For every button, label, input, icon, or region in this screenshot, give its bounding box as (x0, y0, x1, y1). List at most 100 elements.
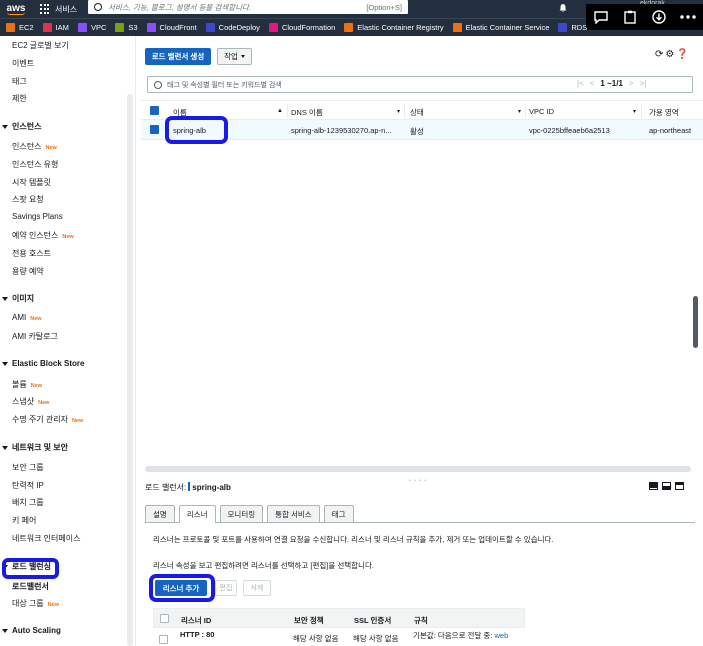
tab-integrated-services[interactable]: 통합 서비스 (267, 505, 320, 522)
sidebar-item[interactable]: 볼륨 New (12, 379, 42, 390)
column-availability-zone[interactable]: 가용 영역 (649, 107, 679, 118)
column-security-policy: 보안 정책 (294, 616, 324, 625)
sidebar-section-title: Auto Scaling (12, 626, 61, 635)
sidebar-item[interactable]: 스팟 요청 (12, 194, 44, 205)
sidebar-item[interactable]: 수명 주기 관리자 New (12, 414, 83, 425)
sidebar-item[interactable]: 시작 템플릿 (12, 177, 51, 188)
sidebar-item[interactable]: 용량 예약 (12, 266, 44, 277)
listener-row-checkbox[interactable] (159, 635, 168, 644)
filter-placeholder: 태그 및 속성별 필터 또는 키워드별 검색 (167, 81, 282, 89)
listener-id: HTTP : 80 (180, 630, 215, 639)
sidebar-item[interactable]: 예약 인스턴스 New (12, 230, 74, 241)
service-icon (6, 23, 15, 32)
sidebar-item[interactable]: 탄력적 IP (12, 480, 44, 491)
sidebar-item[interactable]: 배치 그룹 (12, 497, 44, 508)
sidebar-item[interactable]: 네트워크 인터페이스 (12, 533, 80, 544)
sort-icon[interactable]: ▾ (397, 108, 400, 115)
caret-down-icon (2, 124, 8, 129)
sort-icon[interactable]: ▾ (518, 108, 521, 115)
layout-bottom-icon[interactable] (662, 482, 671, 490)
target-group-link[interactable]: web (495, 631, 509, 640)
sort-asc-icon[interactable]: ▲ (277, 108, 283, 114)
sidebar-item[interactable]: 인스턴스 유형 (12, 159, 58, 170)
refresh-icon[interactable]: ⟳ (655, 49, 663, 60)
next-page-icon[interactable]: > (629, 79, 634, 88)
main-content: 로드 밸런서 생성 작업 ⟳ ⚙ ❓ 태그 및 속성별 필터 또는 키워드별 검… (137, 36, 703, 646)
first-page-icon[interactable]: |< (577, 79, 584, 88)
table-horizontal-scrollbar[interactable] (145, 466, 691, 472)
favorite-label: CodeDeploy (218, 23, 260, 32)
listener-row[interactable]: HTTP : 80 해당 사항 없음 해당 사항 없음 기본값: 다음으로 전달… (153, 628, 525, 646)
sidebar-item[interactable]: 전용 호스트 (12, 248, 51, 259)
sidebar-scrollbar[interactable] (127, 94, 133, 646)
sidebar-section-header[interactable]: 네트워크 및 보안 (2, 442, 68, 453)
panel-resize-handle[interactable]: • • • • (409, 478, 427, 484)
last-page-icon[interactable]: >| (640, 79, 647, 88)
sidebar-item[interactable]: 인스턴스 New (12, 141, 57, 152)
clipboard-icon[interactable] (622, 9, 638, 25)
column-dns[interactable]: DNS 이름 (291, 107, 323, 118)
sidebar-item[interactable]: 보안 그룹 (12, 462, 44, 473)
select-all-checkbox[interactable] (150, 106, 159, 115)
layout-top-icon[interactable] (649, 482, 658, 490)
sidebar-item[interactable]: EC2 글로벌 보기 (12, 40, 69, 51)
column-vpc-id[interactable]: VPC ID (529, 107, 554, 116)
tab-tags[interactable]: 태그 (323, 505, 354, 522)
row-checkbox[interactable] (150, 125, 159, 134)
bell-icon[interactable] (558, 3, 568, 13)
sidebar-item[interactable]: 태그 (12, 76, 27, 87)
actions-button[interactable]: 작업 (217, 48, 252, 65)
favorite-item[interactable]: EC2 (6, 23, 34, 32)
sort-icon[interactable]: ▾ (633, 108, 636, 115)
page-scrollbar-thumb[interactable] (693, 296, 698, 348)
tab-monitoring[interactable]: 모니터링 (219, 505, 264, 522)
download-icon[interactable] (651, 9, 667, 25)
delete-button[interactable]: 삭제 (243, 580, 271, 596)
page-range: 1 ~1/1 (600, 79, 623, 88)
favorite-item[interactable]: Elastic Container Service (452, 23, 549, 32)
more-options-icon[interactable] (680, 9, 697, 25)
sidebar-section-header[interactable]: Auto Scaling (2, 626, 61, 635)
service-icon (558, 23, 568, 32)
sidebar-section-header[interactable]: 인스턴스 (2, 121, 41, 132)
services-menu-button[interactable]: 서비스 (32, 0, 85, 18)
favorite-item[interactable]: CloudFront (146, 23, 197, 32)
sidebar-item[interactable]: 키 페어 (12, 515, 36, 526)
listener-select-all-checkbox[interactable] (160, 614, 169, 623)
favorite-item[interactable]: S3 (115, 23, 138, 32)
row-state: 활성 (410, 127, 424, 136)
layout-split-icon[interactable] (675, 482, 684, 490)
column-state[interactable]: 상태 (410, 107, 424, 118)
favorite-item[interactable]: RDS (558, 23, 587, 32)
sidebar-section-header[interactable]: Elastic Block Store (2, 359, 84, 368)
favorite-item[interactable]: CodeDeploy (205, 23, 260, 32)
sidebar-item[interactable]: 제한 (12, 93, 27, 104)
sidebar-item[interactable]: 이벤트 (12, 58, 34, 69)
create-load-balancer-button[interactable]: 로드 밸런서 생성 (145, 48, 211, 65)
prev-page-icon[interactable]: < (590, 79, 595, 88)
sidebar-item-label: 수명 주기 관리자 (12, 415, 68, 424)
sidebar-section-header[interactable]: 이미지 (2, 293, 34, 304)
sidebar-item[interactable]: AMI New (12, 313, 42, 322)
help-icon[interactable]: ❓ (676, 49, 688, 60)
favorite-item[interactable]: CloudFormation (268, 23, 335, 32)
sidebar-item[interactable]: AMI 카탈로그 (12, 331, 58, 342)
service-icon (146, 23, 156, 32)
sidebar-item[interactable]: 스냅샷 New (12, 396, 49, 407)
sidebar-item[interactable]: Savings Plans (12, 212, 63, 221)
listener-description: 리스너는 프로토콜 및 포트를 사용하여 연결 요청을 수신합니다. 리스너 및… (153, 535, 554, 544)
aws-logo[interactable]: aws (0, 0, 32, 18)
panel-layout-controls (649, 482, 684, 490)
sidebar-item[interactable]: 대상 그룹 New (12, 598, 59, 609)
gear-icon[interactable]: ⚙ (665, 49, 674, 60)
tab-description[interactable]: 설명 (145, 505, 175, 522)
edit-button[interactable]: 편집 (215, 580, 237, 596)
global-search-input[interactable]: 서비스, 기능, 블로그, 설명서 등을 검색합니다. [Option+S] (88, 0, 408, 14)
sidebar-item[interactable]: 로드밸런서 (12, 581, 49, 592)
sidebar-item-label: 용량 예약 (12, 267, 44, 276)
favorite-item[interactable]: VPC (77, 23, 106, 32)
comment-icon[interactable] (593, 9, 609, 25)
tab-listeners[interactable]: 리스너 (178, 505, 216, 523)
favorite-item[interactable]: IAM (42, 23, 69, 32)
favorite-item[interactable]: Elastic Container Registry (344, 23, 444, 32)
